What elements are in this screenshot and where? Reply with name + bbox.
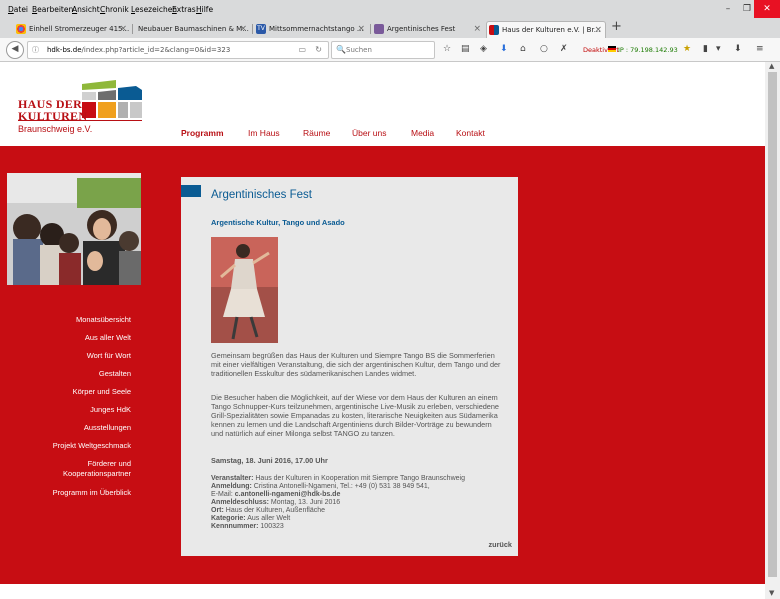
tab-label: Mittsommernachtstango ... <box>269 25 364 33</box>
menu-ansicht[interactable]: Ansicht <box>72 5 100 14</box>
nav-im-haus[interactable]: Im Haus <box>248 128 280 138</box>
extension-icon[interactable]: ★ <box>683 44 691 54</box>
close-tab-icon[interactable]: × <box>357 24 365 34</box>
bookmarks-list-icon[interactable]: ▤ <box>461 44 470 54</box>
sidenav-gestalten[interactable]: Gestalten <box>1 369 131 379</box>
puzzle-icon <box>374 24 384 34</box>
close-tab-icon[interactable]: × <box>239 24 247 34</box>
article-image[interactable] <box>211 237 278 343</box>
search-input[interactable]: 🔍 Suchen <box>331 41 435 59</box>
new-tab-button[interactable]: + <box>611 19 622 34</box>
close-tab-icon[interactable]: × <box>473 24 481 34</box>
nav-media[interactable]: Media <box>411 128 434 138</box>
nav-programm[interactable]: Programm <box>181 128 224 138</box>
ip-address: IP : 79.198.142.93 <box>618 46 678 54</box>
reader-view-icon[interactable]: ▭ <box>298 45 306 54</box>
event-details: Veranstalter: Haus der Kulturen in Koope… <box>211 475 465 530</box>
article-paragraph-1: Gemeinsam begrüßen das Haus der Kulturen… <box>211 351 501 378</box>
tab-bar: Einhell Stromerzeuger 415... × Neubauer … <box>0 18 780 39</box>
page-scrollbar[interactable]: ▲ ▼ <box>765 62 780 599</box>
nav-kontakt[interactable]: Kontakt <box>456 128 485 138</box>
back-link[interactable]: zurück <box>488 540 512 549</box>
tab-argentinisches-fest[interactable]: Argentinisches Fest × <box>372 21 484 38</box>
close-window-button[interactable]: ✕ <box>754 0 780 18</box>
sidenav-programm-im-ueberblick[interactable]: Programm im Überblick <box>1 488 131 498</box>
back-button[interactable]: ◀ <box>6 41 24 59</box>
sidenav-junges-hdk[interactable]: Junges HdK <box>1 405 131 415</box>
close-tab-icon[interactable]: × <box>119 24 127 34</box>
nav-raeume[interactable]: Räume <box>303 128 330 138</box>
menu-lesezeichen[interactable]: Lesezeichen <box>131 5 177 14</box>
article-title: Argentinisches Fest <box>211 189 312 201</box>
minimize-button[interactable]: – <box>718 0 738 18</box>
scrollbar-thumb[interactable] <box>768 72 777 577</box>
addon-x-icon[interactable]: ✗ <box>560 44 568 54</box>
tab-einhell[interactable]: Einhell Stromerzeuger 415... × <box>14 21 130 38</box>
article-paragraph-2: Die Besucher haben die Möglichkeit, auf … <box>211 393 499 438</box>
tab-label: Einhell Stromerzeuger 415... <box>29 25 130 33</box>
scroll-down-icon[interactable]: ▼ <box>769 589 774 597</box>
sidenav-foerderer[interactable]: Förderer und Kooperationspartner <box>41 459 131 479</box>
close-tab-icon[interactable]: × <box>594 25 602 35</box>
menu-bearbeiten[interactable]: Bearbeiten <box>32 5 73 14</box>
home-icon[interactable]: ⌂ <box>520 44 526 54</box>
tab-mittsommernacht[interactable]: TV Mittsommernachtstango ... × <box>254 21 368 38</box>
menu-bar: Datei Bearbeiten Ansicht Chronik Lesezei… <box>0 0 780 18</box>
email-link[interactable]: c.antonelli-ngameni@hdk-bs.de <box>235 491 341 498</box>
tab-label: Argentinisches Fest <box>387 25 456 33</box>
tab-haus-der-kulturen[interactable]: Haus der Kulturen e.V. | Br... × <box>486 21 606 39</box>
save-icon[interactable]: ⬇ <box>734 44 742 54</box>
tab-label: Neubauer Baumaschinen & M... <box>138 25 249 33</box>
sidenav-projekt-weltgeschmack[interactable]: Projekt Weltgeschmack <box>1 441 131 451</box>
scroll-up-icon[interactable]: ▲ <box>769 62 774 70</box>
download-icon[interactable]: ⬇ <box>500 44 508 54</box>
sidenav-wort-fuer-wort[interactable]: Wort für Wort <box>1 351 131 361</box>
germany-flag-icon <box>608 46 616 52</box>
web-page: HAUS DER KULTUREN Braunschweig e.V. Progr… <box>0 62 765 599</box>
search-placeholder: Suchen <box>346 46 372 54</box>
sidenav-monatsuebersicht[interactable]: Monatsübersicht <box>1 315 131 325</box>
dropdown-arrow-icon[interactable]: ▾ <box>716 44 721 54</box>
header-photo <box>7 173 141 285</box>
title-marker <box>181 185 201 197</box>
sidenav-aus-aller-welt[interactable]: Aus aller Welt <box>1 333 131 343</box>
menu-datei[interactable]: Datei <box>8 5 28 14</box>
hamburger-menu-icon[interactable]: ≡ <box>756 44 764 54</box>
navigation-toolbar: ◀ ⓘ hdk-bs.de/index.php?article_id=2&cla… <box>0 38 780 62</box>
article-subtitle: Argentische Kultur, Tango und Asado <box>211 218 345 227</box>
bookmark-star-icon[interactable]: ☆ <box>443 44 451 54</box>
article-box: Argentinisches Fest Argentische Kultur, … <box>181 177 518 556</box>
sidenav-koerper-und-seele[interactable]: Körper und Seele <box>1 387 131 397</box>
tv-icon: TV <box>256 24 266 34</box>
menu-hilfe[interactable]: Hilfe <box>196 5 213 14</box>
menu-extras[interactable]: Extras <box>172 5 196 14</box>
url-bar[interactable]: ⓘ hdk-bs.de/index.php?article_id=2&clang… <box>27 41 329 59</box>
info-icon[interactable]: ⓘ <box>32 45 39 55</box>
url-text: hdk-bs.de/index.php?article_id=2&clang=0… <box>47 46 231 54</box>
sidenav-ausstellungen[interactable]: Ausstellungen <box>1 423 131 433</box>
clipboard-icon[interactable]: ▮ <box>703 44 708 54</box>
logo-text: HAUS DER KULTUREN <box>18 97 88 123</box>
nav-ueber-uns[interactable]: Über uns <box>352 128 387 138</box>
google-chrome-icon <box>16 24 26 34</box>
menu-chronik[interactable]: Chronik <box>100 5 129 14</box>
event-date: Samstag, 18. Juni 2016, 17.00 Uhr <box>211 456 328 465</box>
logo-subtitle: Braunschweig e.V. <box>18 124 93 134</box>
search-icon: 🔍 <box>336 45 346 54</box>
reload-icon[interactable]: ↻ <box>315 45 322 54</box>
pocket-icon[interactable]: ◈ <box>480 44 487 54</box>
tab-neubauer[interactable]: Neubauer Baumaschinen & M... × <box>134 21 250 38</box>
tab-label: Haus der Kulturen e.V. | Br... <box>502 26 601 34</box>
sync-icon[interactable]: ○ <box>540 44 548 54</box>
hdk-icon <box>489 25 499 35</box>
